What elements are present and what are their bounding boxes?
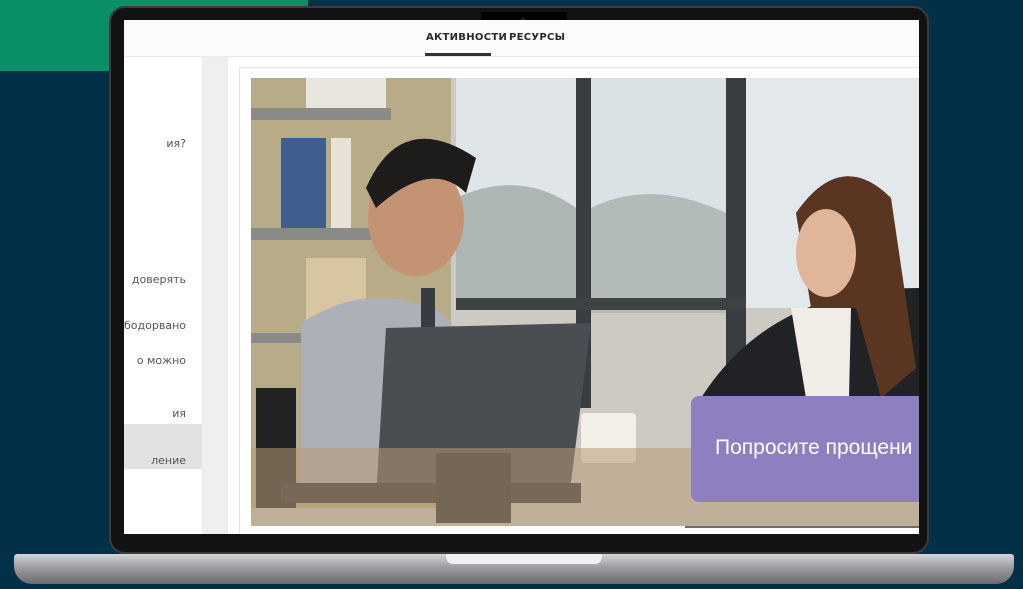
caption-overlay: Попросите прощени <box>691 396 919 502</box>
video-progress-fill <box>251 526 686 528</box>
sidebar-item-1[interactable]: ия? <box>124 137 202 153</box>
sidebar-item-4[interactable]: о можно <box>124 354 202 370</box>
sidebar-item-label: ия? <box>166 137 186 150</box>
tab-resources[interactable]: РЕСУРСЫ <box>509 32 565 43</box>
sidebar: ия? доверять бодорвано о можно ия ление <box>124 57 202 534</box>
laptop-frame: АКТИВНОСТИ РЕСУРСЫ ия? доверять бодорван… <box>109 6 929 554</box>
sidebar-divider <box>202 57 228 534</box>
video-progress-bar[interactable] <box>251 526 919 528</box>
sidebar-item-label: о можно <box>136 354 186 367</box>
laptop-hinge-notch <box>446 554 602 564</box>
sidebar-item-3[interactable]: бодорвано <box>124 319 202 335</box>
app-screen: АКТИВНОСТИ РЕСУРСЫ ия? доверять бодорван… <box>124 20 919 534</box>
sidebar-item-label: доверять <box>131 273 186 286</box>
tab-activities[interactable]: АКТИВНОСТИ <box>426 32 507 43</box>
active-tab-indicator <box>425 53 491 56</box>
top-navigation: АКТИВНОСТИ РЕСУРСЫ <box>124 20 919 57</box>
laptop-base <box>14 554 1014 584</box>
sidebar-item-label: ия <box>172 407 186 420</box>
sidebar-item-2[interactable]: доверять <box>124 273 202 289</box>
video-caption: Попросите прощени <box>715 436 913 459</box>
sidebar-item-6[interactable]: ление <box>124 454 202 470</box>
sidebar-item-label: ление <box>151 454 186 467</box>
sidebar-item-label: бодорвано <box>124 319 186 332</box>
sidebar-item-5-active[interactable]: ия <box>124 407 202 423</box>
